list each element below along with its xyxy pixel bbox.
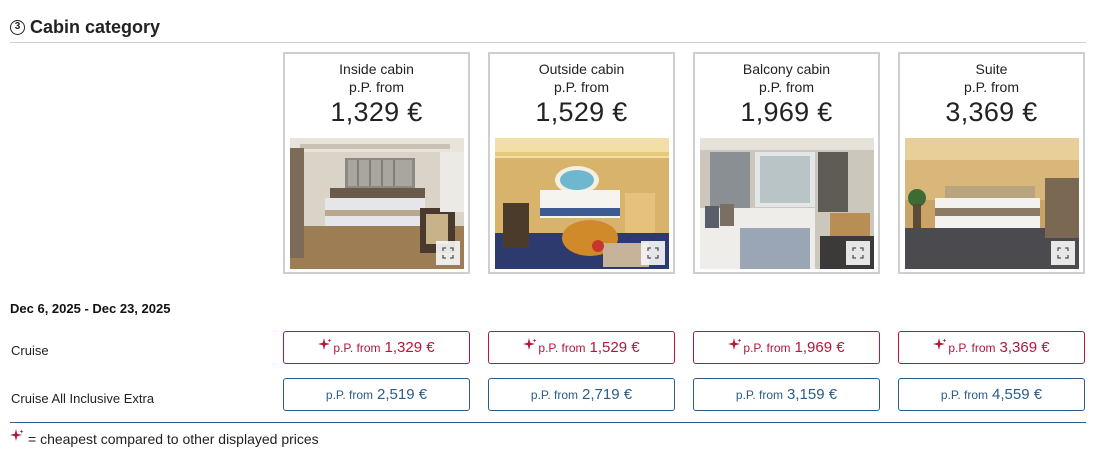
price-button-allinc-outside[interactable]: p.P. from 2,719 €	[488, 378, 675, 411]
cabin-name: Suite	[975, 61, 1008, 77]
sparkle-icon	[728, 337, 742, 352]
sparkle-icon	[10, 429, 24, 443]
cabin-photo	[700, 138, 874, 269]
price-value: 2,519 €	[377, 386, 428, 403]
expand-icon[interactable]	[641, 241, 665, 265]
price-button-allinc-balcony[interactable]: p.P. from 3,159 €	[693, 378, 880, 411]
cabin-price-prefix: p.P. from	[759, 79, 814, 95]
price-button-allinc-suite[interactable]: p.P. from 4,559 €	[898, 378, 1085, 411]
cabin-name: Outside cabin	[538, 61, 625, 77]
cabin-photo	[290, 138, 464, 269]
cabin-price-prefix: p.P. from	[349, 79, 404, 95]
legend-text: = cheapest compared to other displayed p…	[28, 431, 319, 447]
expand-icon[interactable]	[1051, 241, 1075, 265]
price-button-cruise-inside[interactable]: p.P. from 1,329 €	[283, 331, 470, 364]
price-button-allinc-inside[interactable]: p.P. from 2,519 €	[283, 378, 470, 411]
cabin-category-panel: 3 Cabin category Inside cabin p.P. from …	[0, 0, 1100, 465]
cabin-photo	[495, 138, 669, 269]
price-value: 4,559 €	[992, 386, 1043, 403]
sparkle-icon	[523, 337, 537, 352]
cabin-price: 3,369 €	[945, 97, 1038, 127]
cabin-price-prefix: p.P. from	[554, 79, 609, 95]
expand-icon[interactable]	[436, 241, 460, 265]
section-header: 3 Cabin category	[10, 14, 160, 40]
cabin-name: Balcony cabin	[742, 61, 831, 77]
cabin-photo	[905, 138, 1079, 269]
cabin-card-outside[interactable]: Outside cabin p.P. from 1,529 €	[488, 52, 675, 274]
price-value: 1,529 €	[589, 339, 640, 356]
cabin-name: Inside cabin	[339, 61, 414, 77]
cabin-price: 1,329 €	[330, 97, 423, 127]
header-divider	[10, 42, 1086, 43]
cabin-card-balcony[interactable]: Balcony cabin p.P. from 1,969 €	[693, 52, 880, 274]
price-prefix: p.P. from	[325, 387, 374, 402]
price-prefix: p.P. from	[538, 340, 586, 355]
price-button-cruise-outside[interactable]: p.P. from 1,529 €	[488, 331, 675, 364]
price-button-cruise-suite[interactable]: p.P. from 3,369 €	[898, 331, 1085, 364]
cabin-price: 1,969 €	[740, 97, 833, 127]
sparkle-icon	[933, 337, 947, 352]
price-prefix: p.P. from	[940, 387, 989, 402]
row-label-cruise: Cruise	[11, 343, 49, 358]
price-button-cruise-balcony[interactable]: p.P. from 1,969 €	[693, 331, 880, 364]
price-prefix: p.P. from	[948, 340, 996, 355]
cabin-price-prefix: p.P. from	[964, 79, 1019, 95]
section-title: Cabin category	[30, 16, 161, 37]
price-prefix: p.P. from	[530, 387, 579, 402]
travel-dates: Dec 6, 2025 - Dec 23, 2025	[10, 301, 171, 316]
legend: = cheapest compared to other displayed p…	[10, 429, 319, 447]
expand-icon[interactable]	[846, 241, 870, 265]
cabin-card-suite[interactable]: Suite p.P. from 3,369 €	[898, 52, 1085, 274]
row-label-all-inclusive: Cruise All Inclusive Extra	[11, 391, 155, 406]
table-divider	[10, 422, 1086, 423]
cabin-card-inside[interactable]: Inside cabin p.P. from 1,329 €	[283, 52, 470, 274]
price-prefix: p.P. from	[743, 340, 791, 355]
price-value: 2,719 €	[582, 386, 633, 403]
price-value: 3,369 €	[999, 339, 1050, 356]
sparkle-icon	[318, 337, 332, 352]
price-prefix: p.P. from	[333, 340, 381, 355]
cabin-price: 1,529 €	[535, 97, 628, 127]
price-value: 1,969 €	[794, 339, 845, 356]
price-prefix: p.P. from	[735, 387, 784, 402]
step-number-badge: 3	[10, 19, 25, 35]
price-value: 3,159 €	[787, 386, 838, 403]
price-value: 1,329 €	[384, 339, 435, 356]
